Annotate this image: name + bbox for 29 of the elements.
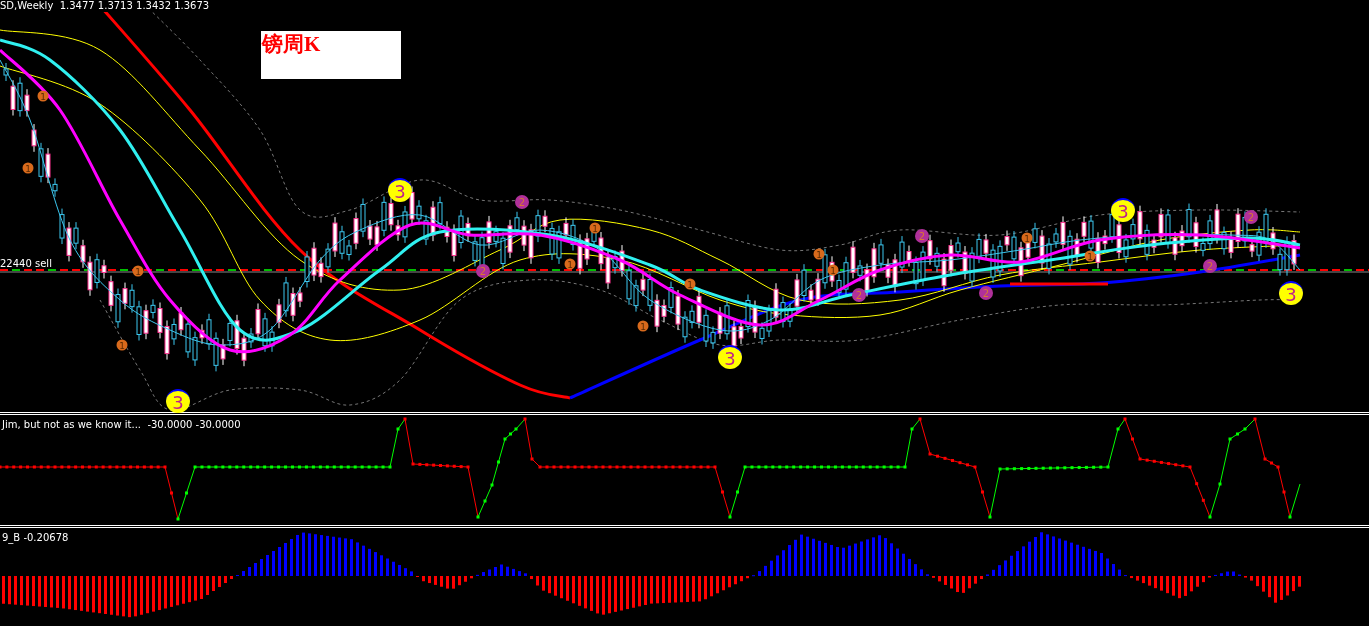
signal-marker: 2 [915, 229, 929, 243]
signal-marker: 1 [132, 265, 144, 277]
chart-header: SD,Weekly 1.3477 1.3713 1.3432 1.3673 [0, 0, 210, 12]
signal-marker: 1 [684, 278, 696, 290]
chart-title: 镑周K [262, 31, 321, 57]
signal-marker: 1 [813, 248, 825, 260]
signal-marker: 3 [1111, 198, 1135, 222]
signal-marker: 2 [1244, 210, 1258, 224]
signal-marker: 2 [1203, 259, 1217, 273]
signal-marker: 1 [116, 339, 128, 351]
histogram-label: 9_B -0.20678 [2, 532, 69, 543]
signal-marker: 2 [852, 288, 866, 302]
signal-marker: 1 [1084, 250, 1096, 262]
signal-marker: 1 [564, 258, 576, 270]
signal-marker: 2 [979, 286, 993, 300]
signal-marker: 1 [637, 320, 649, 332]
signal-marker: 1 [1021, 232, 1033, 244]
signal-marker: 2 [515, 195, 529, 209]
signal-marker: 3 [388, 178, 412, 202]
signal-marker: 3 [166, 389, 190, 413]
signal-marker: 3 [1279, 281, 1303, 305]
signal-marker: 1 [22, 162, 34, 174]
signal-marker: 1 [37, 90, 49, 102]
level-label: 22440 sell [0, 258, 52, 269]
oscillator-label: Jim, but not as we know it... -30.0000 -30.0000 [2, 419, 241, 430]
signal-marker: 1 [589, 222, 601, 234]
signal-marker: 1 [827, 264, 839, 276]
signal-marker: 2 [476, 264, 490, 278]
signal-marker: 3 [718, 345, 742, 369]
